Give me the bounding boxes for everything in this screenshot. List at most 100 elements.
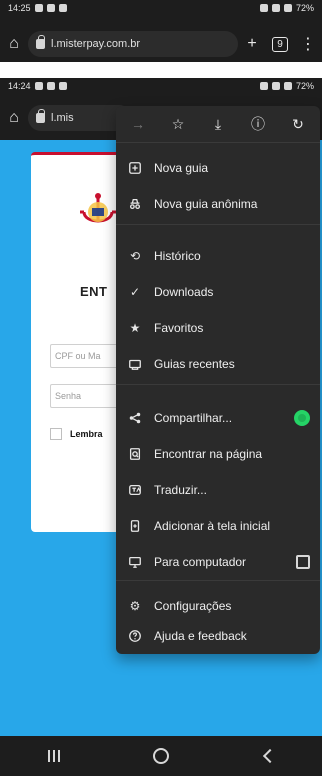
whatsapp-icon[interactable] [294,410,310,426]
remember-me-row[interactable]: Lembra [50,428,103,440]
menu-item-label: Favoritos [154,321,204,335]
back-button[interactable] [243,736,293,776]
menu-item-label: Adicionar à tela inicial [154,519,271,533]
menu-item-downloads[interactable]: ✓ Downloads [116,274,320,310]
menu-item-label: Ajuda e feedback [154,629,247,643]
recent-tabs-icon [116,346,154,382]
menu-divider [116,224,320,225]
tabs-button[interactable]: 9 [266,30,294,58]
remember-label: Lembra [70,429,103,439]
top-urlbar: ⌂ l.misterpay.com.br + 9 ⋮ [0,28,322,60]
wifi-icon [283,82,292,90]
wifi-icon [283,4,292,12]
menu-item-label: Nova guia anônima [154,197,258,211]
signal-icon [271,82,280,90]
menu-item-share[interactable]: Compartilhar... [116,400,320,436]
password-placeholder: Senha [55,391,82,401]
menu-item-label: Configurações [154,599,232,613]
login-heading: ENT [80,284,108,299]
menu-item-label: Encontrar na página [154,447,263,461]
status-left: 14:25 [8,3,67,13]
help-icon [116,618,154,654]
tabs-count: 9 [272,36,288,52]
bluetooth-icon [259,4,268,12]
menu-item-recent-tabs[interactable]: Guias recentes [116,346,320,382]
menu-toolbar: → ☆ ⤓ ⓘ ↻ [116,106,320,142]
menu-item-label: Traduzir... [154,483,207,497]
plus-square-icon [116,150,154,186]
battery-percent-main: 72% [295,81,314,91]
signal-icon [271,4,280,12]
notification-icon [46,82,55,90]
menu-divider [116,384,320,385]
menu-item-new-tab[interactable]: Nova guia [116,150,320,186]
anchor-logo-icon [80,193,116,223]
menu-item-label: Para computador [154,555,247,569]
refresh-icon[interactable]: ↻ [286,112,310,136]
menu-item-bookmarks[interactable]: ★ Favoritos [116,310,320,346]
menu-item-label: Guias recentes [154,357,235,371]
download-check-icon: ✓ [129,285,141,299]
menu-divider [116,580,320,581]
status-bar-top: 14:25 72% [0,0,322,16]
notification-icon [58,82,67,90]
more-icon[interactable]: ⋮ [294,30,322,58]
url-field[interactable]: l.misterpay.com.br [28,31,238,57]
status-bar-main: 14:24 72% [0,78,322,94]
recent-apps-button[interactable] [29,736,79,776]
url-text: l.misterpay.com.br [51,38,141,50]
download-icon[interactable]: ⤓ [206,112,230,136]
menu-item-label: Nova guia [154,161,209,175]
lock-icon [36,109,45,123]
home-button[interactable] [136,736,186,776]
bookmark-star-icon[interactable]: ☆ [166,112,190,136]
notification-icon [58,4,67,12]
add-to-home-icon [116,508,154,544]
back-chevron-icon [263,748,278,764]
lock-icon [36,35,45,49]
translate-icon [116,472,154,508]
screen: 14:25 72% ⌂ l.misterpay.com.br + 9 ⋮ 14:… [0,0,322,776]
bluetooth-icon [259,82,268,90]
cpf-placeholder: CPF ou Ma [55,351,101,361]
find-in-page-icon [116,436,154,472]
menu-item-translate[interactable]: Traduzir... [116,472,320,508]
menu-item-find-in-page[interactable]: Encontrar na página [116,436,320,472]
battery-percent: 72% [295,3,314,13]
url-text-fragment: l.mis [51,112,74,124]
history-icon: ⟲ [129,249,141,263]
menu-item-help[interactable]: Ajuda e feedback [116,618,320,654]
menu-item-desktop-site[interactable]: Para computador [116,544,320,580]
menu-item-label: Histórico [154,249,201,263]
star-icon: ★ [129,321,141,335]
notification-icon [34,4,43,12]
status-time-main: 14:24 [8,81,31,91]
top-browser-chrome: 14:25 72% ⌂ l.misterpay.com.br + 9 ⋮ [0,0,322,62]
system-navigation-bar [0,736,322,776]
info-icon[interactable]: ⓘ [246,112,270,136]
menu-item-add-to-home[interactable]: Adicionar à tela inicial [116,508,320,544]
remember-checkbox[interactable] [50,428,62,440]
forward-icon[interactable]: → [126,112,150,136]
new-tab-button[interactable]: + [238,30,266,58]
menu-item-incognito[interactable]: Nova guia anônima [116,186,320,222]
status-right: 72% [259,3,314,13]
notification-icon [34,82,43,90]
status-time: 14:25 [8,3,31,13]
menu-item-history[interactable]: ⟲ Histórico [116,238,320,274]
browser-overflow-menu: → ☆ ⤓ ⓘ ↻ Nova guia Nova guia anônima ⟲ … [116,106,320,654]
home-circle-icon [152,748,169,764]
incognito-icon [116,186,154,222]
home-icon[interactable]: ⌂ [0,30,28,58]
status-right-main: 72% [259,81,314,91]
menu-item-label: Compartilhar... [154,411,233,425]
notification-icon [46,4,55,12]
share-icon [116,400,154,436]
desktop-icon [116,544,154,580]
status-left-main: 14:24 [8,81,67,91]
recent-apps-icon [47,750,60,762]
menu-item-label: Downloads [154,285,214,299]
menu-divider [116,142,320,143]
home-icon[interactable]: ⌂ [0,104,28,132]
desktop-site-checkbox[interactable] [296,555,310,569]
